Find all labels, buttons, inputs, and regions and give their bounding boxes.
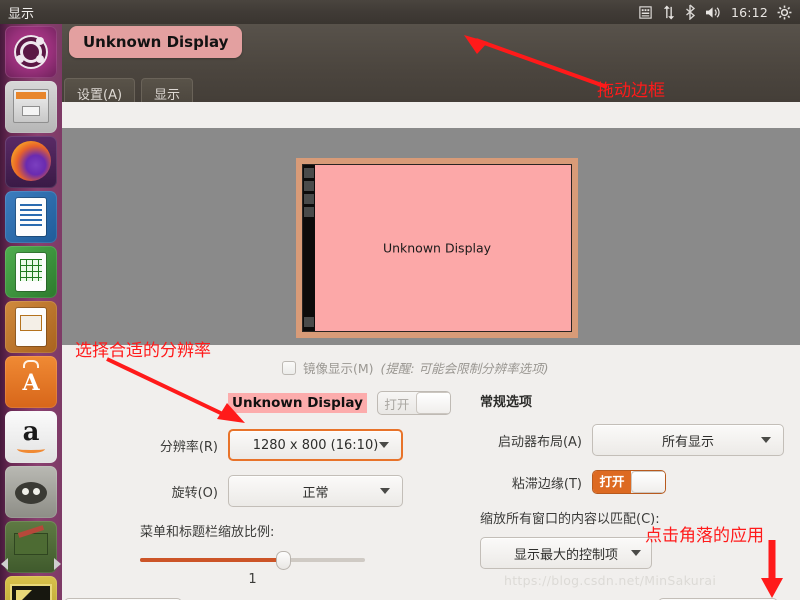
display-name-row: Unknown Display 打开	[140, 391, 460, 415]
launcher-placement-label: 启动器布局(A)	[497, 434, 582, 450]
displays-icon[interactable]	[5, 576, 57, 600]
slider-fill	[140, 558, 282, 562]
screen-root: 显示 16:12 A a 设置(A) 显示 Unknown Display 镜像…	[0, 0, 800, 600]
sticky-edges-label: 粘滞边缘(T)	[511, 476, 582, 492]
files-icon[interactable]	[5, 81, 57, 133]
chevron-down-icon	[761, 437, 771, 443]
rotation-dropdown[interactable]: 正常	[228, 475, 403, 507]
annotation-click-corner-app: 点击角落的应用	[645, 526, 764, 546]
clock[interactable]: 16:12	[731, 5, 768, 20]
resolution-dropdown[interactable]: 1280 x 800 (16:10)	[228, 429, 403, 461]
resolution-value: 1280 x 800 (16:10)	[252, 437, 379, 453]
volume-icon[interactable]	[705, 3, 722, 21]
annotation-drag-border: 拖动边框	[597, 81, 665, 101]
display-settings-body: 镜像显示(M) (提醒: 可能会限制分辨率选项) Unknown Display…	[62, 345, 800, 600]
ubuntu-logo-glyph	[14, 35, 48, 69]
network-icon[interactable]	[662, 3, 676, 21]
dock-resize-handle[interactable]	[0, 554, 62, 574]
software-center-icon[interactable]: A	[5, 356, 57, 408]
chevron-down-icon	[631, 550, 641, 556]
resolution-row: 分辨率(R) 1280 x 800 (16:10)	[140, 429, 460, 461]
rotation-value: 正常	[302, 485, 329, 501]
rotation-row: 旋转(O) 正常	[140, 475, 460, 507]
sticky-edges-toggle-label: 打开	[593, 471, 631, 493]
general-options-title: 常规选项	[480, 395, 533, 410]
libreoffice-writer-icon[interactable]	[5, 191, 57, 243]
keyboard-icon[interactable]	[638, 3, 653, 21]
chevron-down-icon	[380, 488, 390, 494]
amazon-icon[interactable]: a	[5, 411, 57, 463]
monitor-preview-label: Unknown Display	[382, 240, 492, 256]
bluetooth-icon[interactable]	[685, 3, 696, 21]
menu-scale-value: 1	[248, 572, 257, 587]
launcher-icon-list: A a	[0, 26, 62, 600]
launcher-placement-row: 启动器布局(A) 所有显示	[480, 424, 800, 456]
launcher-placement-value: 所有显示	[661, 434, 714, 450]
arrow-left-icon	[1, 558, 8, 570]
sticky-edges-toggle-knob	[631, 471, 665, 493]
launcher-placement-dropdown[interactable]: 所有显示	[592, 424, 784, 456]
sticky-edges-toggle[interactable]: 打开	[592, 470, 666, 494]
menu-scale-slider[interactable]	[140, 551, 365, 570]
sticky-edges-row: 粘滞边缘(T) 打开	[480, 470, 800, 494]
arrow-right-icon	[54, 558, 61, 570]
firefox-icon[interactable]	[5, 136, 57, 188]
menu-scale-group: 菜单和标题栏缩放比例: 1	[140, 521, 460, 587]
annotation-choose-resolution: 选择合适的分辨率	[75, 341, 211, 361]
mirror-hint: (提醒: 可能会限制分辨率选项)	[380, 361, 549, 376]
display-tooltip: Unknown Display	[69, 26, 243, 58]
ubuntu-dash-icon[interactable]	[5, 26, 57, 78]
left-settings-column: Unknown Display 打开 分辨率(R) 1280 x 800 (16…	[140, 391, 460, 587]
scale-windows-dropdown[interactable]: 显示最大的控制项	[480, 537, 652, 569]
mirror-label: 镜像显示(M)	[303, 361, 374, 376]
monitor-screen: Unknown Display	[302, 164, 572, 332]
display-preview-area[interactable]: Unknown Display	[62, 128, 800, 345]
menu-scale-label: 菜单和标题栏缩放比例:	[140, 525, 275, 540]
mirror-display-row[interactable]: 镜像显示(M) (提醒: 可能会限制分辨率选项)	[282, 358, 549, 377]
window-content-top-strip	[62, 102, 800, 128]
launcher-dock: A a	[0, 24, 62, 600]
display-power-toggle[interactable]: 打开	[376, 391, 451, 415]
rotation-label: 旋转(O)	[171, 485, 218, 501]
slider-handle[interactable]	[276, 551, 291, 570]
chevron-down-icon	[379, 442, 389, 448]
selected-display-name: Unknown Display	[228, 393, 367, 413]
top-panel: 显示 16:12	[0, 0, 800, 24]
panel-indicators: 16:12	[638, 3, 800, 21]
gimp-icon[interactable]	[5, 466, 57, 518]
libreoffice-calc-icon[interactable]	[5, 246, 57, 298]
mirror-checkbox[interactable]	[282, 360, 296, 375]
resolution-label: 分辨率(R)	[159, 439, 218, 455]
libreoffice-impress-icon[interactable]	[5, 301, 57, 353]
display-power-toggle-label: 打开	[384, 396, 410, 412]
gear-icon[interactable]	[777, 3, 792, 21]
displays-window: 显示 设置(A) 显示 Unknown Display	[62, 24, 800, 600]
watermark: https://blog.csdn.net/MinSakurai	[504, 573, 717, 588]
display-power-toggle-knob	[415, 392, 450, 414]
panel-app-title: 显示	[8, 6, 35, 22]
scale-windows-value: 显示最大的控制项	[513, 547, 618, 563]
monitor-preview[interactable]: Unknown Display	[296, 158, 578, 338]
